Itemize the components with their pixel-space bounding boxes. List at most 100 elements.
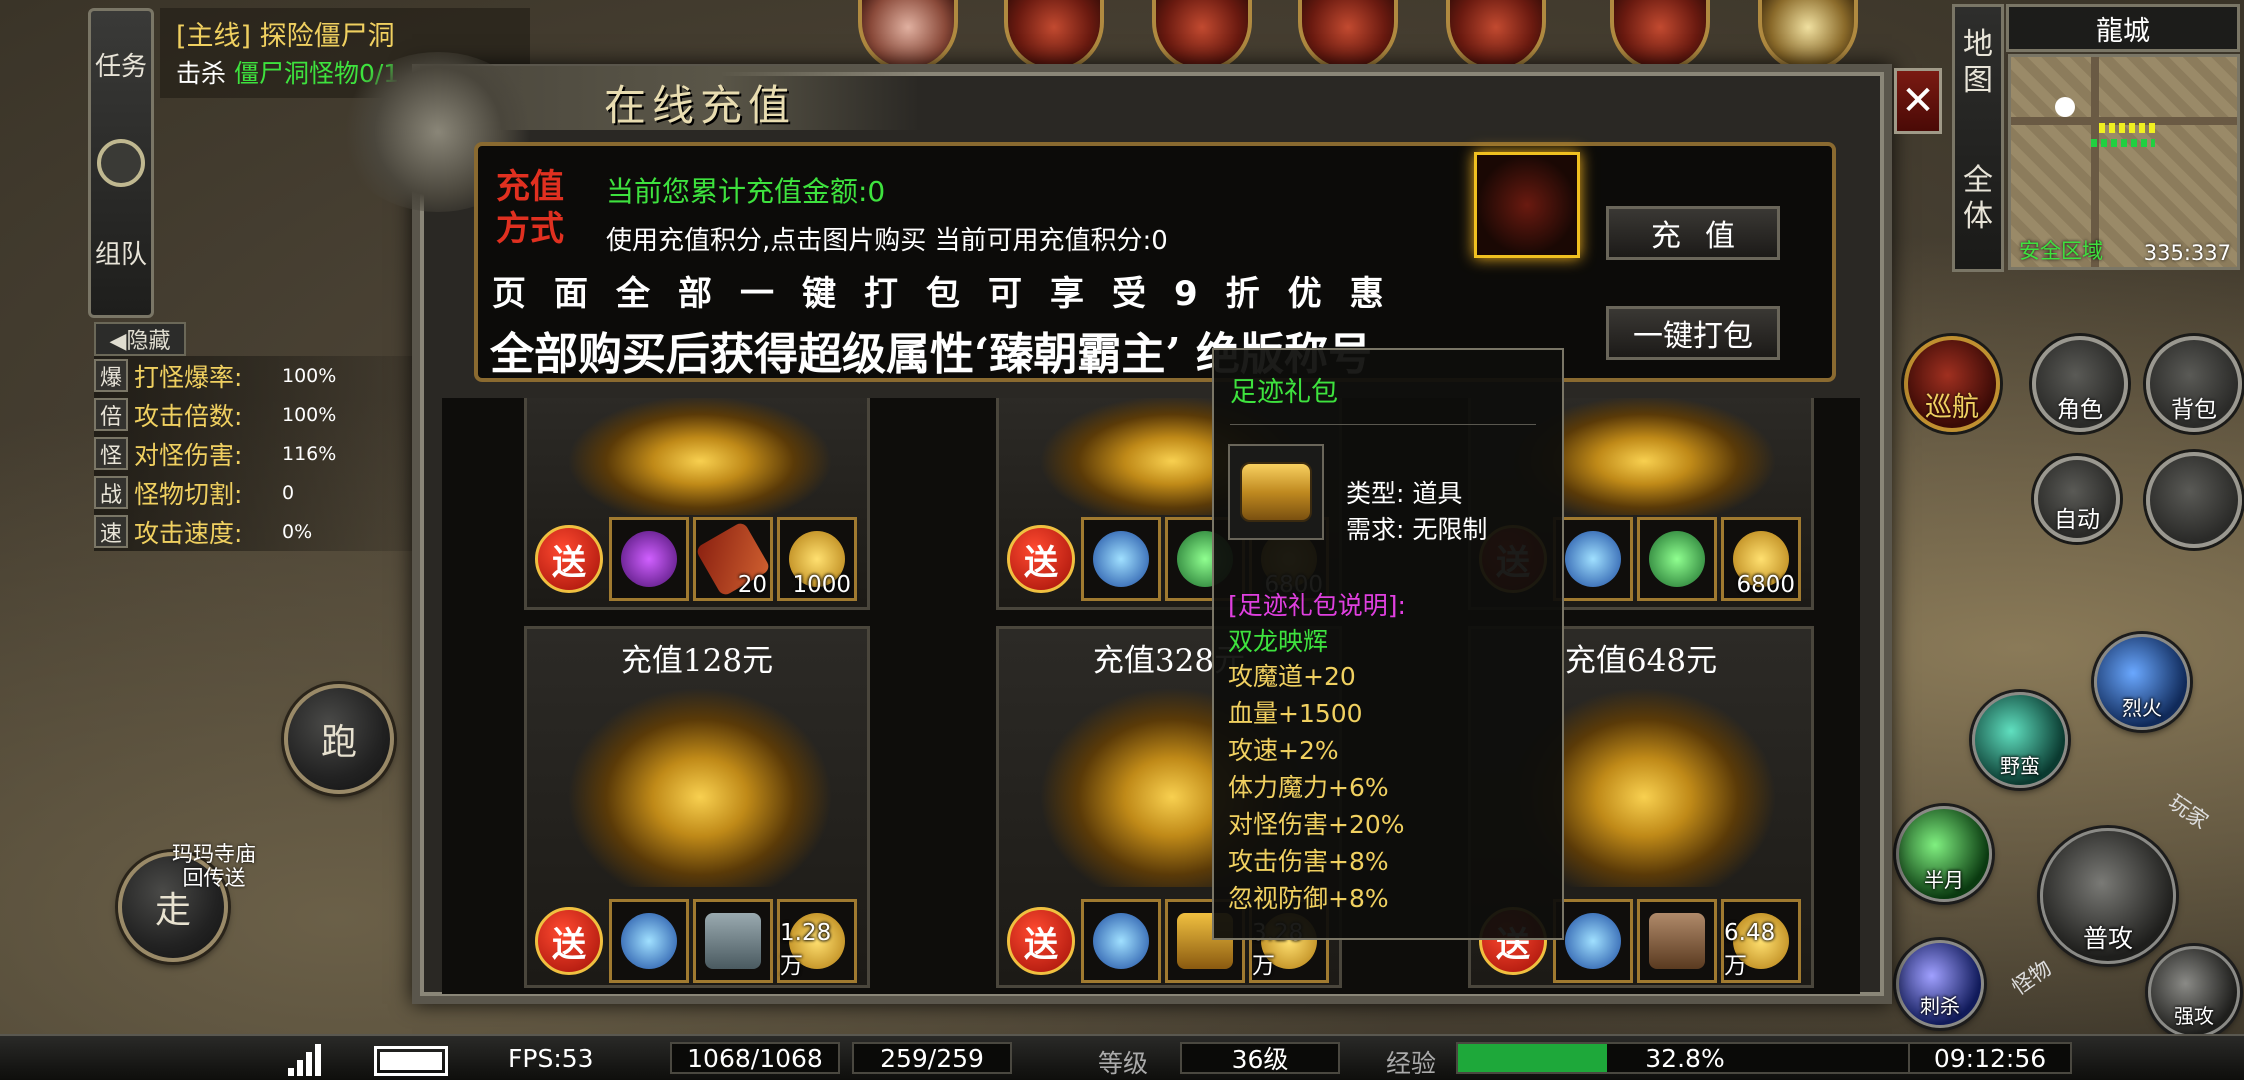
skill-halfmoon-label: 半月 (1924, 868, 1964, 892)
refresh-icon[interactable] (97, 139, 145, 187)
item-slot[interactable] (1637, 517, 1717, 601)
total-recharge-text: 当前您累计充值金额:0 (606, 175, 886, 208)
quest-title[interactable]: [主线] 探险僵尸洞 (176, 14, 395, 53)
pack-card[interactable]: 送 20 1000 (524, 398, 870, 610)
stat-tag: 爆 (94, 359, 128, 392)
bag-button[interactable]: 背包 (2146, 336, 2242, 432)
item-slot[interactable]: 1000 (777, 517, 857, 601)
item-slot[interactable]: 1.28万 (777, 899, 857, 983)
stat-value: 100% (282, 403, 337, 426)
pack-items: 送 1.28万 (533, 899, 857, 983)
skill-fire-label: 烈火 (2122, 696, 2162, 720)
run-button[interactable]: 跑 (284, 684, 394, 794)
skill-halfmoon[interactable]: 半月 (1896, 806, 1992, 902)
tooltip-attr: 攻魔道+20 (1228, 662, 1356, 691)
top-icon-gift[interactable] (1610, 0, 1710, 72)
top-icon-event[interactable] (1004, 0, 1104, 72)
top-icon-sword[interactable] (1758, 0, 1858, 72)
auto-button[interactable]: 自动 (2034, 456, 2120, 542)
skill-assassin[interactable]: 刺杀 (1896, 940, 1984, 1028)
orb-icon (1093, 531, 1149, 587)
item-slot[interactable] (609, 899, 689, 983)
tab-team[interactable]: 组队 (91, 239, 151, 271)
target-player-tab[interactable]: 玩家 (2163, 787, 2215, 836)
player-marker-icon (2055, 97, 2075, 117)
title-preview-image[interactable] (1474, 152, 1580, 258)
quest-desc-prefix: 击杀 (176, 59, 227, 88)
item-slot[interactable] (1081, 517, 1161, 601)
one-click-pack-button[interactable]: 一键打包 (1606, 306, 1780, 360)
bronze-chest-icon (1649, 913, 1705, 969)
tooltip-divider (1230, 424, 1536, 425)
herb-icon (1649, 531, 1705, 587)
stat-row: 怪对怪伤害: 116% (94, 434, 414, 473)
orb-icon (1093, 913, 1149, 969)
top-icon-welfare[interactable] (1446, 0, 1546, 72)
gift-badge: 送 (1005, 899, 1077, 983)
tab-map[interactable]: 地图 (1955, 27, 2001, 99)
tab-quest[interactable]: 任务 (91, 51, 151, 83)
gift-badge: 送 (1005, 517, 1077, 601)
hide-stats-button[interactable]: ◀隐藏 (94, 322, 186, 356)
gold-ingot-image (567, 687, 833, 887)
strong-attack-label: 强攻 (2174, 1004, 2214, 1028)
item-slot[interactable]: 6.48万 (1721, 899, 1801, 983)
stat-value: 0% (282, 520, 313, 543)
patrol-button[interactable]: 巡航 (1904, 336, 2000, 432)
stat-name: 打怪爆率: (134, 362, 243, 392)
tab-all[interactable]: 全体 (1955, 163, 2001, 235)
skill-fire[interactable]: 烈火 (2094, 634, 2190, 730)
item-slot[interactable] (1637, 899, 1717, 983)
pack-items: 送 20 1000 (533, 517, 857, 601)
close-icon: ✕ (1901, 78, 1935, 124)
map-zone: 安全区域 (2019, 239, 2103, 263)
level-readout: 36级 (1180, 1042, 1340, 1074)
auto-label: 自动 (2054, 507, 2100, 533)
npc-markers-icon (2099, 123, 2159, 133)
tooltip-attributes: 攻魔道+20 血量+1500 攻速+2% 体力魔力+6% 对怪伤害+20% 攻击… (1228, 658, 1405, 917)
clock-readout: 09:12:56 (1908, 1042, 2072, 1074)
item-slot[interactable] (1553, 899, 1633, 983)
stat-name: 对怪伤害: (134, 440, 243, 470)
tooltip-item-icon (1228, 444, 1324, 540)
shuriken-icon[interactable] (2146, 452, 2242, 548)
close-button[interactable]: ✕ (1894, 68, 1942, 134)
stat-tag: 怪 (94, 437, 128, 470)
pay-method-label: 充值 方式 (496, 167, 564, 249)
gift-badge: 送 (533, 517, 605, 601)
bag-label: 背包 (2171, 397, 2217, 423)
strong-attack-button[interactable]: 强攻 (2148, 946, 2240, 1038)
discount-text: 页面全部一键打包可享受9折优惠 (492, 274, 1412, 314)
level-label: 等级 (1098, 1049, 1149, 1078)
target-monster-tab[interactable]: 怪物 (2005, 953, 2057, 1002)
portal-label[interactable]: 玛玛寺庙 回传送 (172, 842, 256, 890)
gold-ingot-image (567, 398, 833, 515)
tooltip-attr: 体力魔力+6% (1228, 773, 1389, 802)
orb-icon (1565, 531, 1621, 587)
top-icon-avatar[interactable] (858, 0, 958, 72)
stat-row: 爆打怪爆率: 100% (94, 356, 414, 395)
hp-readout: 1068/1068 (670, 1042, 840, 1074)
quest-side-tabs: 任务 组队 (88, 8, 154, 318)
item-slot[interactable]: 20 (693, 517, 773, 601)
treasure-chest-icon (1240, 462, 1312, 522)
attack-button[interactable]: 普攻 (2040, 828, 2176, 964)
top-icon-shop[interactable] (1152, 0, 1252, 72)
item-slot[interactable] (1081, 899, 1161, 983)
attack-label: 普攻 (2082, 924, 2133, 953)
item-slot[interactable] (693, 899, 773, 983)
item-slot[interactable]: 6800 (1721, 517, 1801, 601)
item-slot[interactable] (1553, 517, 1633, 601)
stat-tag: 速 (94, 515, 128, 548)
top-icon-activity[interactable] (1298, 0, 1398, 72)
skill-savage[interactable]: 野蛮 (1972, 692, 2068, 788)
item-slot[interactable] (609, 517, 689, 601)
pack-card[interactable]: 充值128元 送 1.28万 (524, 626, 870, 988)
battery-icon (374, 1046, 448, 1076)
recharge-button[interactable]: 充值 (1606, 206, 1780, 260)
minimap[interactable]: 安全区域 335:337 (2008, 54, 2240, 270)
patrol-label: 巡航 (1925, 392, 1979, 423)
points-text: 使用充值积分,点击图片购买 当前可用充值积分:0 (606, 226, 1168, 256)
tooltip-desc-header: [足迹礼包说明]: (1228, 591, 1406, 620)
character-button[interactable]: 角色 (2032, 336, 2128, 432)
